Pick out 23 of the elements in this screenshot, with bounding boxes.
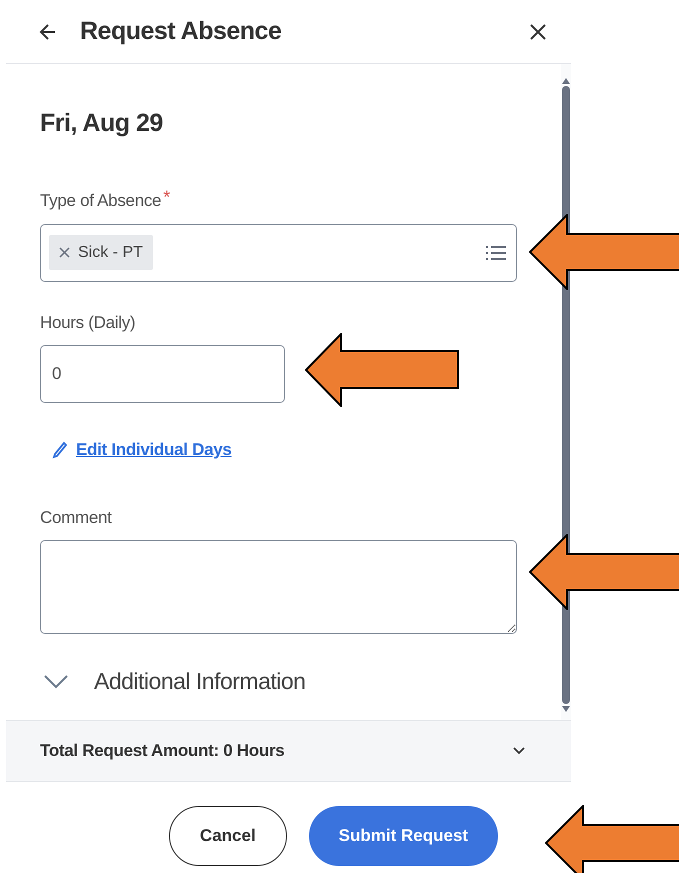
chevron-icon[interactable] [513, 747, 525, 755]
hours-input[interactable]: 0 [40, 345, 285, 403]
submit-button[interactable]: Submit Request [308, 806, 498, 866]
selected-token[interactable]: Sick - PT [49, 235, 153, 270]
select-field[interactable]: Sick - PT [40, 224, 517, 282]
field-label: Hours (Daily) [40, 312, 136, 334]
close-icon[interactable] [529, 22, 547, 40]
pencil-icon [52, 440, 68, 459]
total-bar[interactable]: Total Request Amount: 0 Hours [6, 720, 571, 782]
list-icon[interactable] [486, 244, 506, 260]
back-icon[interactable] [38, 22, 58, 42]
comment-field[interactable] [40, 540, 517, 634]
field-label: Type of Absence [40, 190, 162, 212]
required-mark: * [163, 188, 170, 206]
edit-days-link[interactable]: Edit Individual Days [52, 437, 232, 462]
remove-icon[interactable] [59, 247, 70, 258]
chevron-icon [44, 674, 68, 688]
date-heading: Fri, Aug 29 [40, 108, 164, 138]
field-label: Comment [40, 506, 113, 529]
total-amount: Total Request Amount: 0 Hours [40, 740, 284, 762]
dialog-title: Request Absence [80, 16, 282, 47]
section-toggle[interactable]: Additional Information [40, 664, 517, 699]
cancel-button[interactable]: Cancel [168, 806, 287, 866]
